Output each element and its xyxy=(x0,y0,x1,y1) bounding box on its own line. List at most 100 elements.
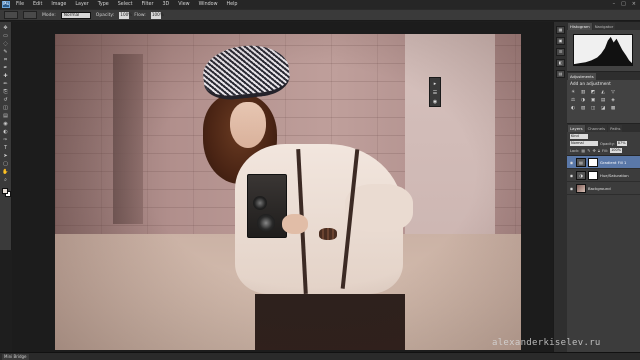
document-window: ▸ ☰ ◉ xyxy=(12,22,553,352)
brush-tool-icon[interactable]: ✏ xyxy=(2,81,10,87)
adjustments-tabs: Adjustments xyxy=(567,72,640,80)
selective-color-icon[interactable]: ▩ xyxy=(610,106,616,111)
color-lookup-icon[interactable]: ◈ xyxy=(610,98,616,103)
exposure-icon[interactable]: ◭ xyxy=(600,90,606,95)
mode-select[interactable]: Normal xyxy=(60,11,91,19)
move-tool-icon[interactable]: ✥ xyxy=(2,25,10,31)
shape-tool-icon[interactable]: ▢ xyxy=(2,161,10,167)
visibility-eye-icon[interactable]: ◉ xyxy=(569,160,574,165)
lock-label: Lock: xyxy=(570,148,580,153)
lock-transparency-icon[interactable]: ▦ xyxy=(581,148,585,153)
tool-preset-picker[interactable] xyxy=(4,11,18,19)
menu-help[interactable]: Help xyxy=(227,2,238,7)
vibrance-icon[interactable]: ▽ xyxy=(610,90,616,95)
menu-window[interactable]: Window xyxy=(199,2,218,7)
brush-preset-picker[interactable] xyxy=(23,11,37,19)
zoom-tool-icon[interactable]: ⌕ xyxy=(2,177,10,183)
tab-navigator[interactable]: Navigator xyxy=(592,23,616,30)
opacity-field[interactable]: 100% xyxy=(119,11,132,19)
clone-stamp-tool-icon[interactable]: ⎘ xyxy=(2,89,10,95)
layer-opacity-field[interactable]: 87% xyxy=(616,141,627,146)
type-tool-icon[interactable]: T xyxy=(2,145,10,151)
layer-name[interactable]: Hue/Saturation xyxy=(600,173,629,178)
info-panel-icon[interactable]: ☰ xyxy=(556,48,565,56)
actions-panel-icon[interactable]: ▣ xyxy=(556,37,565,45)
black-white-icon[interactable]: ◑ xyxy=(580,98,586,103)
color-balance-icon[interactable]: ⚖ xyxy=(570,98,576,103)
document-canvas[interactable] xyxy=(55,34,521,350)
tab-histogram[interactable]: Histogram xyxy=(568,23,592,30)
dodge-tool-icon[interactable]: ◐ xyxy=(2,129,10,135)
menu-bar: Ps File Edit Image Layer Type Select Fil… xyxy=(0,0,640,9)
menu-select[interactable]: Select xyxy=(118,2,133,7)
lock-pixels-icon[interactable]: ✎ xyxy=(587,148,590,153)
curves-icon[interactable]: ◩ xyxy=(590,90,596,95)
brightness-contrast-icon[interactable]: ☀ xyxy=(570,90,576,95)
menu-file[interactable]: File xyxy=(16,2,24,7)
tab-adjustments[interactable]: Adjustments xyxy=(568,73,596,80)
fill-field[interactable]: 100% xyxy=(610,148,623,153)
histogram-graph xyxy=(573,34,633,66)
maximize-icon[interactable]: □ xyxy=(621,1,626,7)
lasso-tool-icon[interactable]: ◌ xyxy=(2,41,10,47)
histogram-tabs: Histogram Navigator xyxy=(567,22,640,30)
floating-properties-panel: ▸ ☰ ◉ xyxy=(429,77,441,107)
marquee-tool-icon[interactable]: ▭ xyxy=(2,33,10,39)
eraser-tool-icon[interactable]: ◫ xyxy=(2,105,10,111)
blur-tool-icon[interactable]: ◉ xyxy=(2,121,10,127)
layer-row-background[interactable]: ◉ Background xyxy=(567,182,640,195)
photo-filter-icon[interactable]: ▣ xyxy=(590,98,596,103)
info-icon[interactable]: ◉ xyxy=(432,99,439,105)
menu-filter[interactable]: Filter xyxy=(142,2,154,7)
close-icon[interactable]: × xyxy=(632,1,636,7)
eyedropper-tool-icon[interactable]: ✒ xyxy=(2,65,10,71)
posterize-icon[interactable]: ▧ xyxy=(580,106,586,111)
visibility-eye-icon[interactable]: ◉ xyxy=(569,173,574,178)
menu-edit[interactable]: Edit xyxy=(33,2,42,7)
layer-name[interactable]: Gradient Fill 1 xyxy=(600,160,626,165)
foreground-color-swatch[interactable] xyxy=(1,188,8,194)
tab-channels[interactable]: Channels xyxy=(585,125,608,132)
healing-tool-icon[interactable]: ✚ xyxy=(2,73,10,79)
menu-image[interactable]: Image xyxy=(51,2,66,7)
levels-icon[interactable]: ▥ xyxy=(580,90,586,95)
hand-tool-icon[interactable]: ✋ xyxy=(2,169,10,175)
channel-mixer-icon[interactable]: ▤ xyxy=(600,98,606,103)
threshold-icon[interactable]: ◫ xyxy=(590,106,596,111)
menu-3d[interactable]: 3D xyxy=(162,2,169,7)
menu-layer[interactable]: Layer xyxy=(75,2,88,7)
flow-field[interactable]: 100% xyxy=(150,11,164,19)
lock-all-icon[interactable]: 🔒︎ xyxy=(598,148,600,153)
quick-select-tool-icon[interactable]: ✎ xyxy=(2,49,10,55)
gradient-tool-icon[interactable]: ▤ xyxy=(2,113,10,119)
window-controls: – □ × xyxy=(613,1,636,7)
path-select-tool-icon[interactable]: ➤ xyxy=(2,153,10,159)
photoshop-logo: Ps xyxy=(2,1,10,8)
invert-icon[interactable]: ◐ xyxy=(570,106,576,111)
layer-name[interactable]: Background xyxy=(588,186,611,191)
layer-filter-kind[interactable]: Kind xyxy=(570,134,588,139)
layer-row-hue-saturation[interactable]: ◉ ◑ Hue/Saturation xyxy=(567,169,640,182)
minimize-icon[interactable]: – xyxy=(613,1,616,7)
gradient-map-icon[interactable]: ◪ xyxy=(600,106,606,111)
visibility-eye-icon[interactable]: ◉ xyxy=(569,186,574,191)
crop-tool-icon[interactable]: ⌗ xyxy=(2,57,10,63)
layer-row-gradient-fill[interactable]: ◉ ▤ Gradient Fill 1 xyxy=(567,156,640,169)
layer-opacity-label: Opacity: xyxy=(600,141,615,146)
options-bar: Mode: Normal Opacity: 100% Flow: 100% ES… xyxy=(0,9,640,28)
blend-mode-select[interactable]: Normal xyxy=(570,141,598,146)
pen-tool-icon[interactable]: ✑ xyxy=(2,137,10,143)
histogram-panel xyxy=(567,30,640,72)
styles-panel-icon[interactable]: ▤ xyxy=(556,70,565,78)
tab-layers[interactable]: Layers xyxy=(568,125,585,132)
history-brush-tool-icon[interactable]: ↺ xyxy=(2,97,10,103)
history-panel-icon[interactable]: ▦ xyxy=(556,26,565,34)
swatches-panel-icon[interactable]: ◧ xyxy=(556,59,565,67)
lock-position-icon[interactable]: ✥ xyxy=(593,148,596,153)
menu-type[interactable]: Type xyxy=(98,2,109,7)
tab-paths[interactable]: Paths xyxy=(608,125,623,132)
menu-view[interactable]: View xyxy=(178,2,189,7)
collapse-icon[interactable]: ▸ xyxy=(432,81,439,87)
mini-bridge-tab[interactable]: Mini Bridge xyxy=(2,354,29,360)
properties-icon[interactable]: ☰ xyxy=(432,90,439,96)
